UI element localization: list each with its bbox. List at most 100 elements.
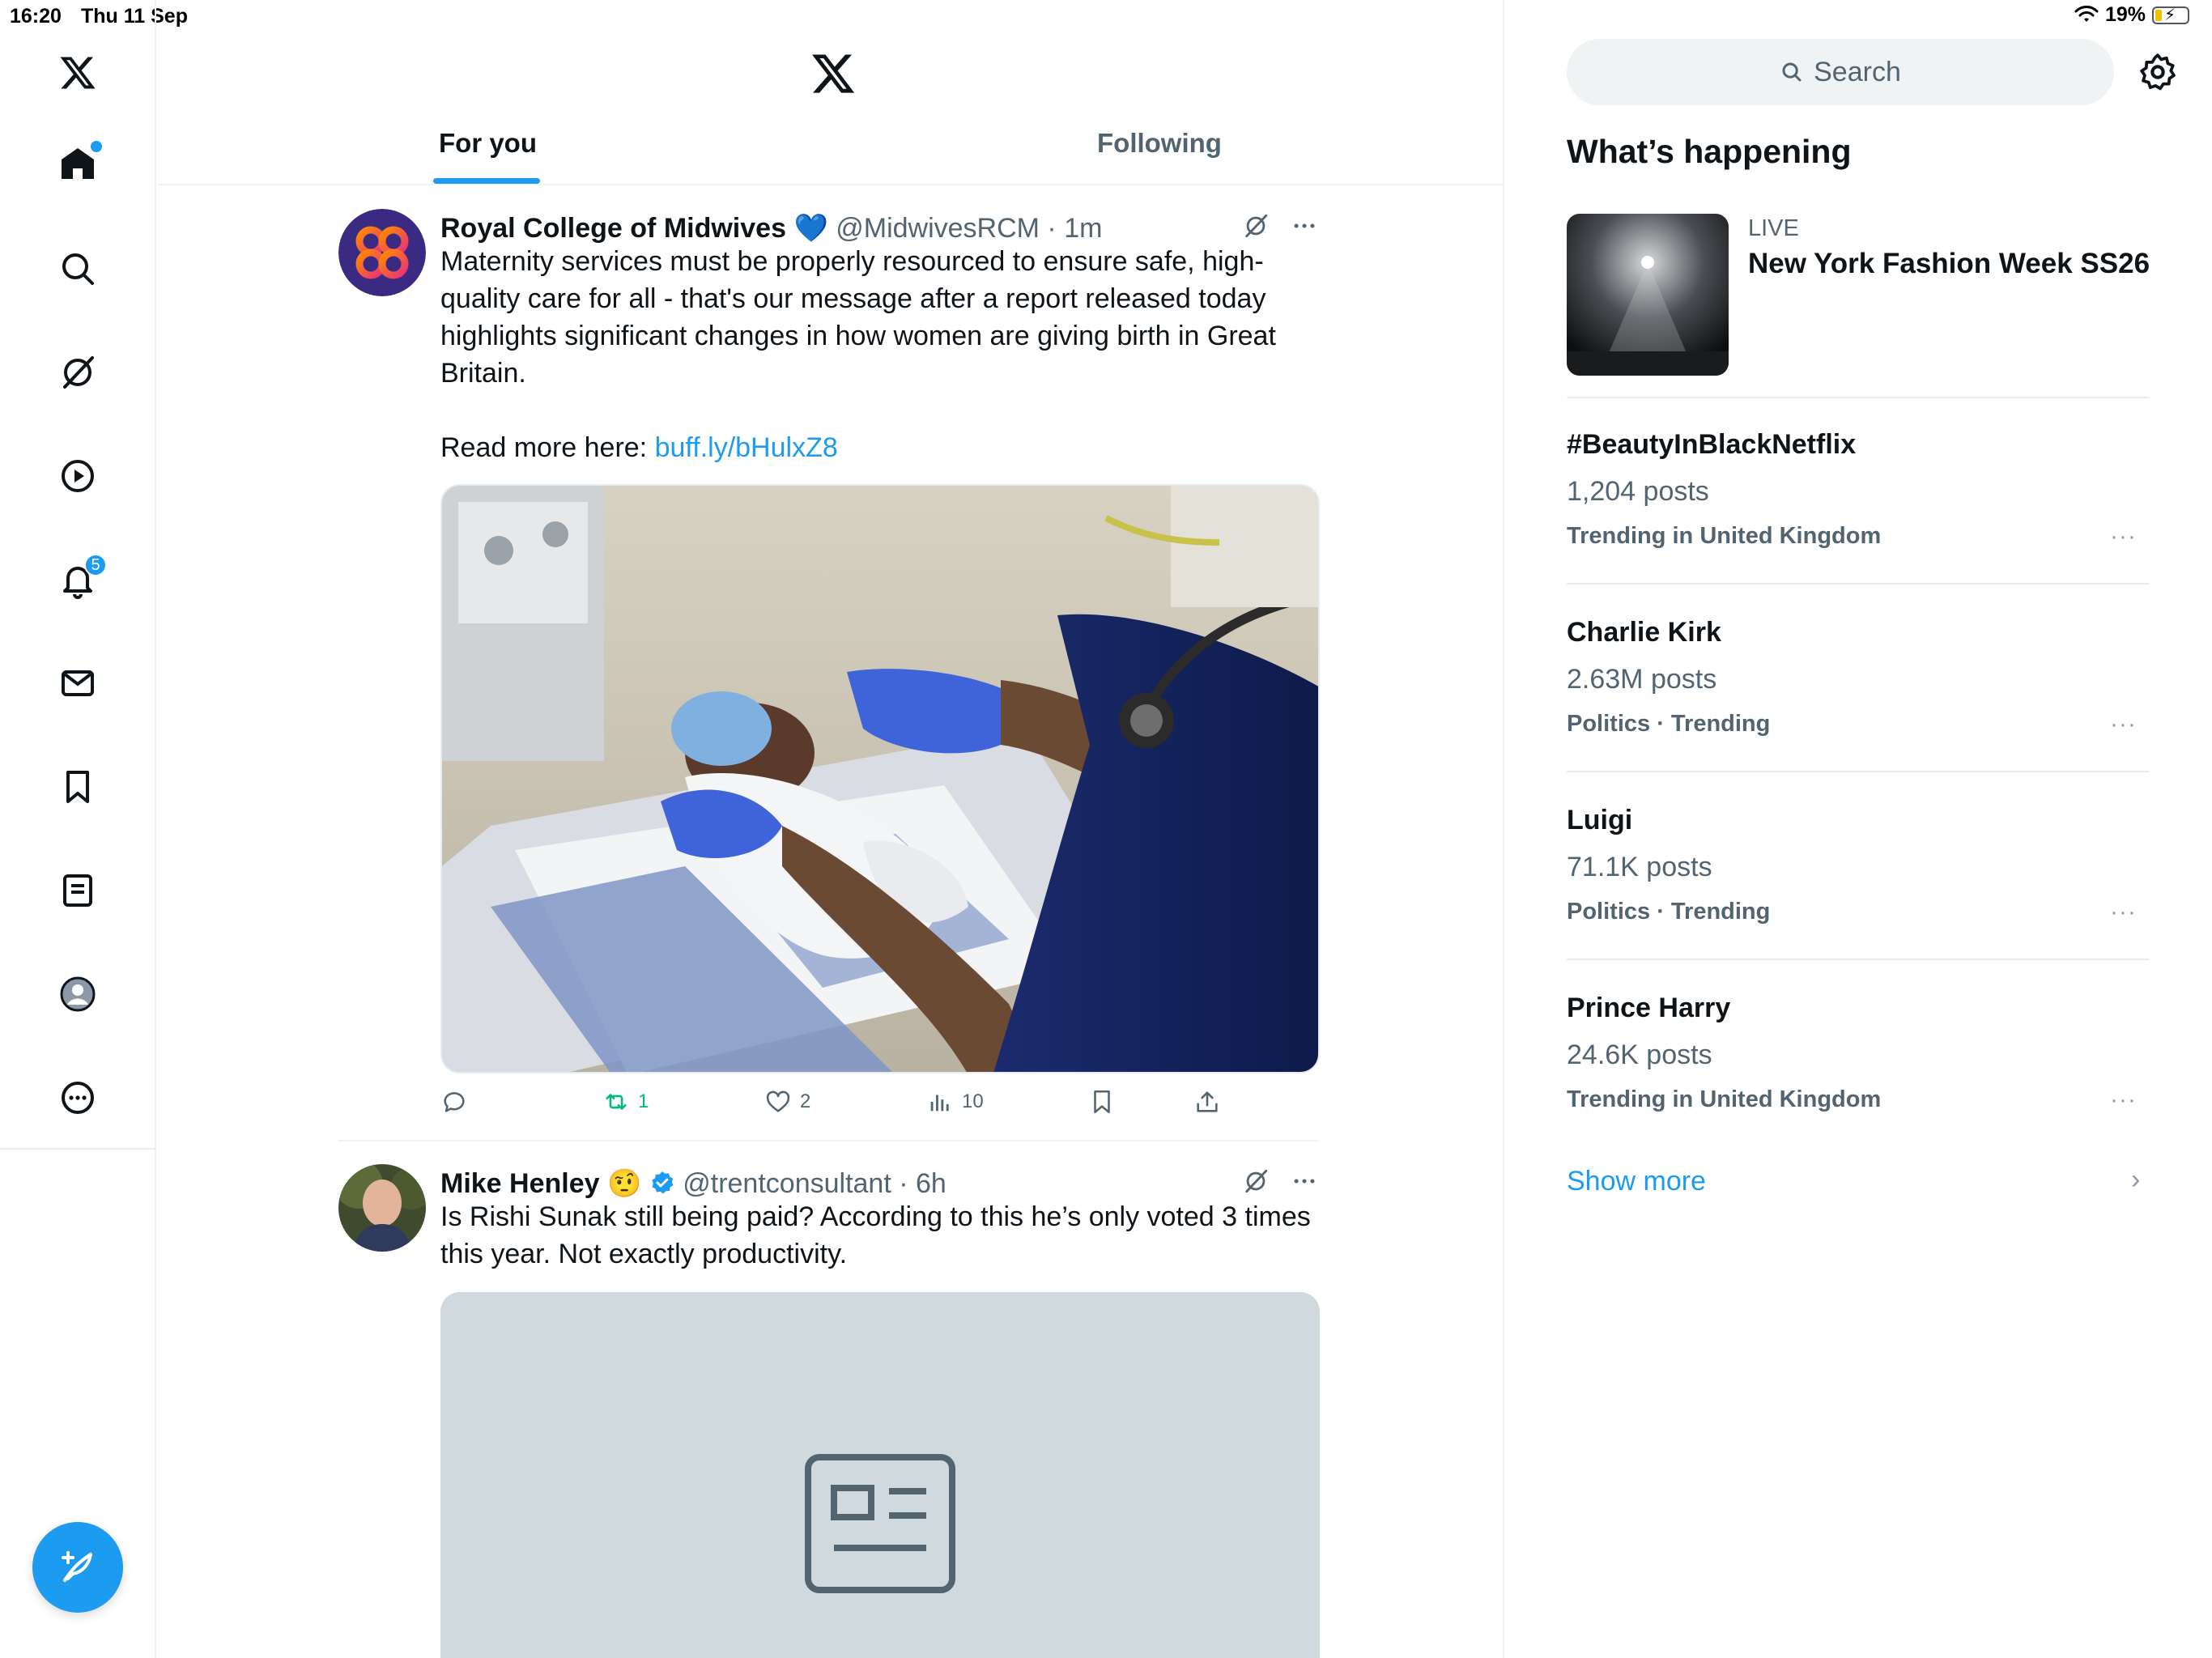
trend-name: #BeautyInBlackNetflix [1567,429,1857,460]
mail-icon [62,670,94,696]
post-image[interactable] [440,484,1320,1073]
post[interactable]: Mike Henley 🤨 @trentconsultant · 6h Is R… [338,1164,1320,1658]
post-author-name[interactable]: Mike Henley [440,1168,600,1199]
feather-plus-icon [62,1551,92,1582]
avatar[interactable] [338,209,426,296]
trend-item[interactable]: Prince Harry 24.6K posts Trending in Uni… [1567,993,2150,1146]
trend-name: Prince Harry [1567,993,1731,1023]
left-nav: 5 [0,0,156,1658]
trend-count: 1,204 posts [1567,476,1709,507]
link-card-media[interactable] [440,1292,1320,1658]
more-circle-icon [62,1082,94,1114]
wifi-icon [2074,5,2099,22]
avatar[interactable] [338,1164,426,1252]
post-handle[interactable]: @trentconsultant [683,1168,891,1199]
grok-icon[interactable] [1242,212,1270,240]
tab-for-you[interactable]: For you [439,128,537,159]
nav-lists[interactable] [45,858,110,923]
post-text: Maternity services must be properly reso… [440,243,1318,466]
post-link[interactable]: buff.ly/bHulxZ8 [655,432,838,463]
verified-badge-icon [652,1171,674,1194]
notification-count-badge: 5 [84,554,107,576]
nav-bookmarks[interactable] [45,755,110,819]
views-button[interactable]: 10 [926,1088,984,1116]
profile-icon [60,976,96,1012]
more-horizontal-icon[interactable]: ··· [2110,899,2137,926]
nav-more[interactable] [45,1065,110,1130]
post-divider [338,1140,1318,1141]
views-icon [930,1095,949,1112]
post-time[interactable]: 1m [1064,213,1102,244]
more-horizontal-icon[interactable] [1291,1167,1318,1195]
play-icon [62,460,94,492]
trend-item[interactable]: Luigi 71.1K posts Politics · Trending ··… [1567,805,2150,959]
post-read-more: Read more here: buff.ly/bHulxZ8 [440,429,1318,466]
grok-icon [63,356,94,389]
post-body: Is Rishi Sunak still being paid? Accordi… [440,1201,1311,1269]
repost-button[interactable]: 1 [602,1088,649,1116]
read-more-prefix: Read more here: [440,432,655,463]
share-button[interactable] [1193,1088,1221,1116]
more-horizontal-icon[interactable]: ··· [2110,1086,2137,1114]
x-logo-icon[interactable] [45,40,110,105]
grok-icon[interactable] [1242,1167,1270,1195]
reply-button[interactable] [440,1088,476,1116]
bookmark-icon [1094,1090,1110,1114]
trend-context: Trending in United Kingdom [1567,523,1882,549]
more-horizontal-icon[interactable]: ··· [2110,523,2137,551]
post-top-actions [1242,1167,1318,1195]
show-more-link[interactable]: Show more [1567,1166,1706,1197]
compose-button[interactable] [32,1522,123,1613]
live-event-title[interactable]: New York Fashion Week SS26 [1748,248,2150,280]
battery-icon: ⚡ [2152,6,2189,24]
bookmark-button[interactable] [1088,1088,1116,1116]
trend-name: Luigi [1567,805,1633,835]
post-time[interactable]: 6h [916,1168,946,1199]
trend-name: Charlie Kirk [1567,617,1721,648]
view-count: 10 [962,1090,984,1112]
x-logo-icon[interactable] [810,50,857,97]
blue-heart-emoji: 💙 [793,213,828,244]
search-input[interactable]: Search [1567,39,2114,105]
nav-messages[interactable] [45,651,110,716]
trend-count: 24.6K posts [1567,1039,1712,1070]
tab-following[interactable]: Following [1097,128,1222,159]
like-count: 2 [800,1090,811,1112]
chevron-right-icon: › [2131,1164,2141,1195]
more-horizontal-icon[interactable]: ··· [2110,711,2137,738]
nav-grok[interactable] [45,340,110,405]
gear-icon[interactable] [2138,52,2178,92]
post[interactable]: Royal College of Midwives 💙 @MidwivesRCM… [338,209,1320,1140]
repost-icon [606,1094,627,1110]
nav-explore[interactable] [45,236,110,301]
active-tab-indicator [433,178,540,184]
trend-context: Trending in United Kingdom [1567,1086,1882,1112]
post-top-actions [1242,212,1318,240]
post-handle[interactable]: @MidwivesRCM [836,213,1040,244]
nav-profile[interactable] [45,962,110,1027]
post-action-bar: 1 2 10 [440,1088,1250,1124]
list-icon [63,874,92,907]
whats-happening-title: What’s happening [1567,133,1852,170]
repost-count: 1 [638,1090,649,1112]
more-horizontal-icon[interactable] [1291,212,1318,240]
post-author-name[interactable]: Royal College of Midwives [440,213,786,244]
feed-header: For you Following [158,0,1504,186]
battery-percent: 19% [2104,3,2146,26]
post-body: Maternity services must be properly reso… [440,246,1276,389]
reply-icon [444,1092,465,1112]
trend-count: 71.1K posts [1567,852,1712,882]
search-icon [1782,62,1802,82]
trend-item[interactable]: Charlie Kirk 2.63M posts Politics · Tren… [1567,617,2150,771]
live-event-thumbnail[interactable] [1567,214,1729,376]
trend-context: Politics · Trending [1567,899,1771,925]
trend-item[interactable]: #BeautyInBlackNetflix 1,204 posts Trendi… [1567,429,2150,583]
nav-video[interactable] [45,444,110,508]
nav-home[interactable] [45,131,110,196]
search-placeholder: Search [1814,56,1901,87]
nav-notifications[interactable]: 5 [45,547,110,612]
main-feed: For you Following Royal College of Midwi… [158,0,1504,1658]
heart-icon [766,1090,790,1112]
like-button[interactable]: 2 [764,1088,810,1116]
bookmark-icon [66,771,89,803]
